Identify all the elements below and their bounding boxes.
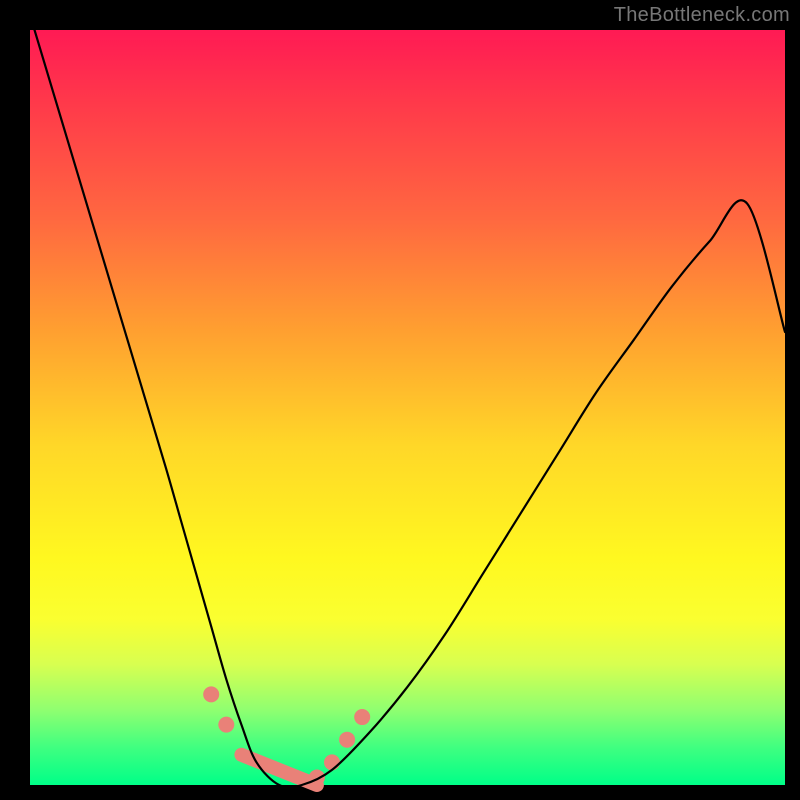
- chart-frame: TheBottleneck.com: [0, 0, 800, 800]
- marker-segment: [241, 755, 317, 785]
- markers-group: [203, 686, 370, 785]
- bottleneck-curve: [30, 15, 785, 787]
- marker-dot: [324, 754, 340, 770]
- marker-dot: [218, 717, 234, 733]
- marker-dot: [339, 732, 355, 748]
- marker-dot: [203, 686, 219, 702]
- watermark-text: TheBottleneck.com: [614, 4, 790, 27]
- marker-dot: [354, 709, 370, 725]
- curve-layer: [30, 30, 785, 785]
